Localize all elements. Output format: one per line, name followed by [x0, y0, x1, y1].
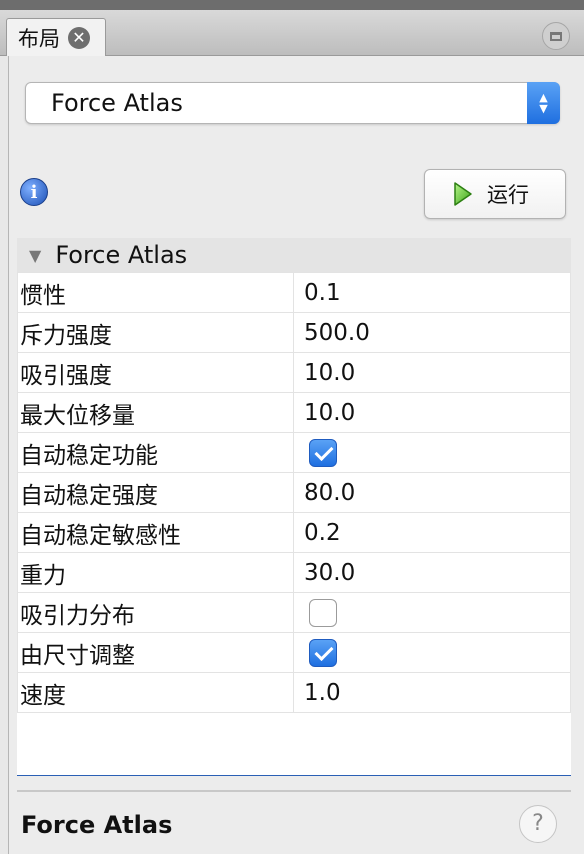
- property-row[interactable]: 吸引强度 10.0: [17, 352, 571, 393]
- algorithm-select[interactable]: Force Atlas ▲ ▼: [25, 82, 560, 124]
- property-row[interactable]: 重力 30.0: [17, 552, 571, 593]
- info-icon[interactable]: i: [20, 178, 48, 206]
- property-row[interactable]: 吸引力分布: [17, 592, 571, 633]
- property-name: 自动稳定功能: [17, 432, 294, 473]
- play-icon: [454, 182, 472, 206]
- property-row[interactable]: 斥力强度 500.0: [17, 312, 571, 353]
- property-checkbox[interactable]: [309, 438, 337, 467]
- property-row[interactable]: 最大位移量 10.0: [17, 392, 571, 433]
- property-name: 吸引力分布: [17, 592, 294, 633]
- property-value-cell: [293, 632, 571, 673]
- property-name: 斥力强度: [17, 312, 294, 353]
- maximize-icon: [550, 31, 562, 41]
- property-table: 惯性 0.1 斥力强度 500.0 吸引强度 10.0 最大位移量 10.0 自动稳定功能 自动稳…: [17, 272, 571, 713]
- property-value[interactable]: 10.0: [293, 352, 571, 393]
- run-button[interactable]: 运行: [424, 169, 566, 219]
- property-name: 吸引强度: [17, 352, 294, 393]
- property-checkbox[interactable]: [309, 598, 337, 627]
- property-row[interactable]: 速度 1.0: [17, 672, 571, 713]
- property-value-cell: [293, 432, 571, 473]
- run-button-label: 运行: [487, 183, 529, 207]
- help-button[interactable]: ?: [519, 805, 557, 843]
- property-value[interactable]: 0.1: [293, 272, 571, 313]
- algorithm-select-value: Force Atlas: [51, 89, 183, 117]
- tab-bar: 布局 ✕: [0, 10, 584, 56]
- property-row[interactable]: 惯性 0.1: [17, 272, 571, 313]
- property-name: 自动稳定敏感性: [17, 512, 294, 553]
- property-name: 由尺寸调整: [17, 632, 294, 673]
- property-name: 最大位移量: [17, 392, 294, 433]
- property-value[interactable]: 30.0: [293, 552, 571, 593]
- property-name: 自动稳定强度: [17, 472, 294, 513]
- property-value[interactable]: 500.0: [293, 312, 571, 353]
- property-row[interactable]: 自动稳定强度 80.0: [17, 472, 571, 513]
- property-row[interactable]: 自动稳定敏感性 0.2: [17, 512, 571, 553]
- property-section-header[interactable]: ▼ Force Atlas: [17, 238, 571, 272]
- window-top-strip: [0, 0, 584, 10]
- layout-panel: Force Atlas ▲ ▼ i 运行 ▼ Force Atlas 惯性 0.1 斥…: [8, 56, 584, 854]
- close-icon[interactable]: ✕: [68, 26, 90, 49]
- collapse-triangle-icon[interactable]: ▼: [29, 246, 41, 265]
- property-name: 惯性: [17, 272, 294, 313]
- panel-divider: [17, 790, 571, 792]
- property-section-title: Force Atlas: [55, 241, 188, 269]
- maximize-button[interactable]: [542, 22, 570, 50]
- property-name: 速度: [17, 672, 294, 713]
- tab-layout[interactable]: 布局 ✕: [6, 18, 106, 56]
- property-value[interactable]: 10.0: [293, 392, 571, 433]
- tab-label: 布局: [18, 26, 60, 51]
- property-row[interactable]: 自动稳定功能: [17, 432, 571, 473]
- property-value[interactable]: 80.0: [293, 472, 571, 513]
- property-row[interactable]: 由尺寸调整: [17, 632, 571, 673]
- description-title: Force Atlas: [21, 811, 173, 839]
- property-name: 重力: [17, 552, 294, 593]
- property-checkbox[interactable]: [309, 638, 337, 667]
- chevron-updown-icon[interactable]: ▲ ▼: [527, 82, 560, 124]
- property-value[interactable]: 0.2: [293, 512, 571, 553]
- property-value[interactable]: 1.0: [293, 672, 571, 713]
- property-sheet: ▼ Force Atlas 惯性 0.1 斥力强度 500.0 吸引强度 10.0 最大位移…: [17, 238, 571, 776]
- property-value-cell: [293, 592, 571, 633]
